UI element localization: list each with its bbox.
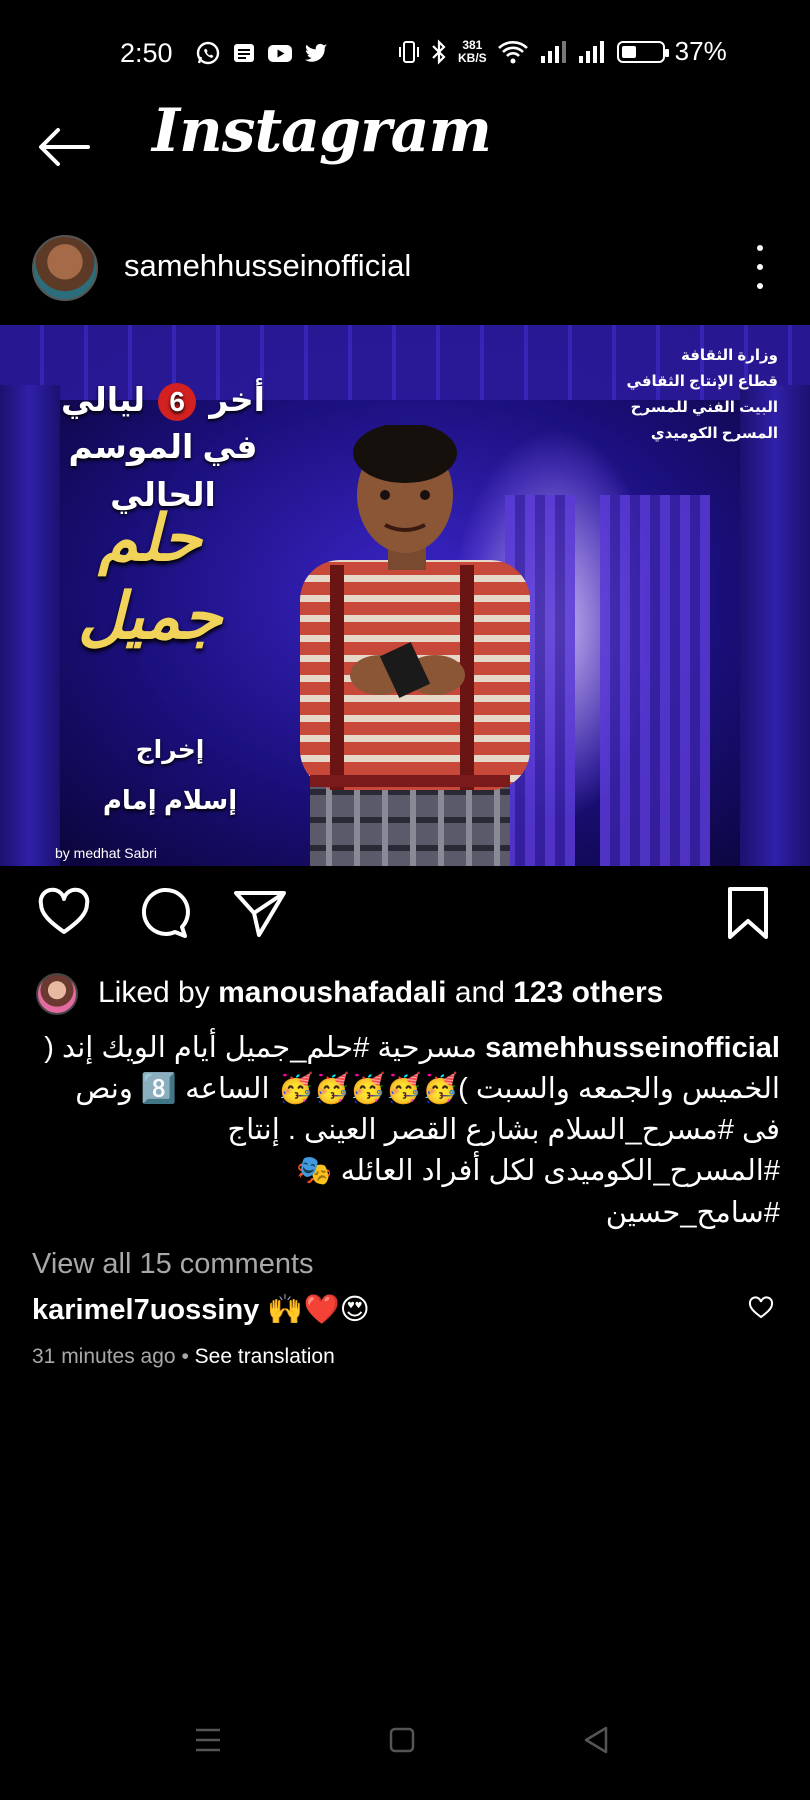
wifi-icon <box>497 40 528 63</box>
post-actions <box>0 885 810 955</box>
more-options-icon[interactable] <box>752 245 768 289</box>
post-caption: samehhusseinofficial مسرحية #حلم_جميل أي… <box>32 1028 780 1192</box>
see-translation-link[interactable]: See translation <box>195 1345 335 1368</box>
notification-icons <box>195 40 329 66</box>
comment-icon[interactable] <box>134 885 190 941</box>
battery-level <box>621 45 636 58</box>
signal-icon-2 <box>578 40 604 63</box>
battery-icon <box>616 40 669 63</box>
whatsapp-icon <box>196 41 220 65</box>
battery-percent: 37% <box>674 36 727 66</box>
post-timestamp: 31 minutes ago <box>32 1345 176 1368</box>
caption-username[interactable]: samehhusseinofficial <box>485 1032 780 1064</box>
comment-text: 🙌❤️😍 <box>267 1294 370 1326</box>
youtube-icon <box>268 45 292 62</box>
comment-row: karimel7uossiny 🙌❤️😍 <box>32 1292 370 1327</box>
director-label: إخراج <box>135 736 205 764</box>
status-bar: 2:50 381 KB/S 37% <box>0 0 810 100</box>
system-status: 381 KB/S 37% <box>398 36 727 67</box>
director-name: إسلام إمام <box>102 785 238 815</box>
post-meta: 31 minutes ago • See translation <box>32 1345 335 1368</box>
liked-by-text[interactable]: Liked by manoushafadali and 123 others <box>98 976 663 1010</box>
nights-count-badge: 6 <box>158 383 197 421</box>
heart-icon[interactable] <box>36 885 92 941</box>
bookmark-icon[interactable] <box>720 885 776 941</box>
messages-icon <box>234 44 254 62</box>
network-speed: 381 KB/S <box>458 37 487 65</box>
twitter-icon <box>305 43 327 62</box>
share-icon[interactable] <box>232 885 288 941</box>
poster-headline: أخر 6 ليالي في الموسم الحالي <box>61 381 265 513</box>
caption-hashtag[interactable]: #سامح_حسين <box>32 1195 780 1230</box>
post-image[interactable]: وزارة الثقافة قطاع الإنتاج الثقافي البيت… <box>0 325 810 866</box>
menu-nav-icon[interactable] <box>188 1720 228 1760</box>
liked-by-avatar[interactable] <box>36 973 78 1015</box>
play-title: حلم جميل <box>77 501 223 654</box>
back-arrow-icon[interactable] <box>34 122 92 172</box>
actor-figure <box>300 425 530 866</box>
poster-credit: by medhat Sabri <box>55 845 157 861</box>
app-logo: Instagram <box>152 96 492 166</box>
comment-like-heart-icon[interactable] <box>748 1295 774 1321</box>
post-author-avatar[interactable] <box>32 235 98 301</box>
system-nav-bar <box>0 1720 810 1780</box>
home-nav-icon[interactable] <box>382 1720 422 1760</box>
vibrate-icon <box>399 40 419 63</box>
bluetooth-icon <box>432 38 446 65</box>
view-all-comments-link[interactable]: View all 15 comments <box>32 1248 314 1281</box>
signal-icon-1 <box>540 40 566 63</box>
comment-username[interactable]: karimel7uossiny <box>32 1294 259 1326</box>
ministry-credits: وزارة الثقافة قطاع الإنتاج الثقافي البيت… <box>626 347 778 442</box>
post-author-username[interactable]: samehhusseinofficial <box>124 248 411 284</box>
back-nav-icon[interactable] <box>576 1720 616 1760</box>
status-time: 2:50 <box>120 38 173 68</box>
